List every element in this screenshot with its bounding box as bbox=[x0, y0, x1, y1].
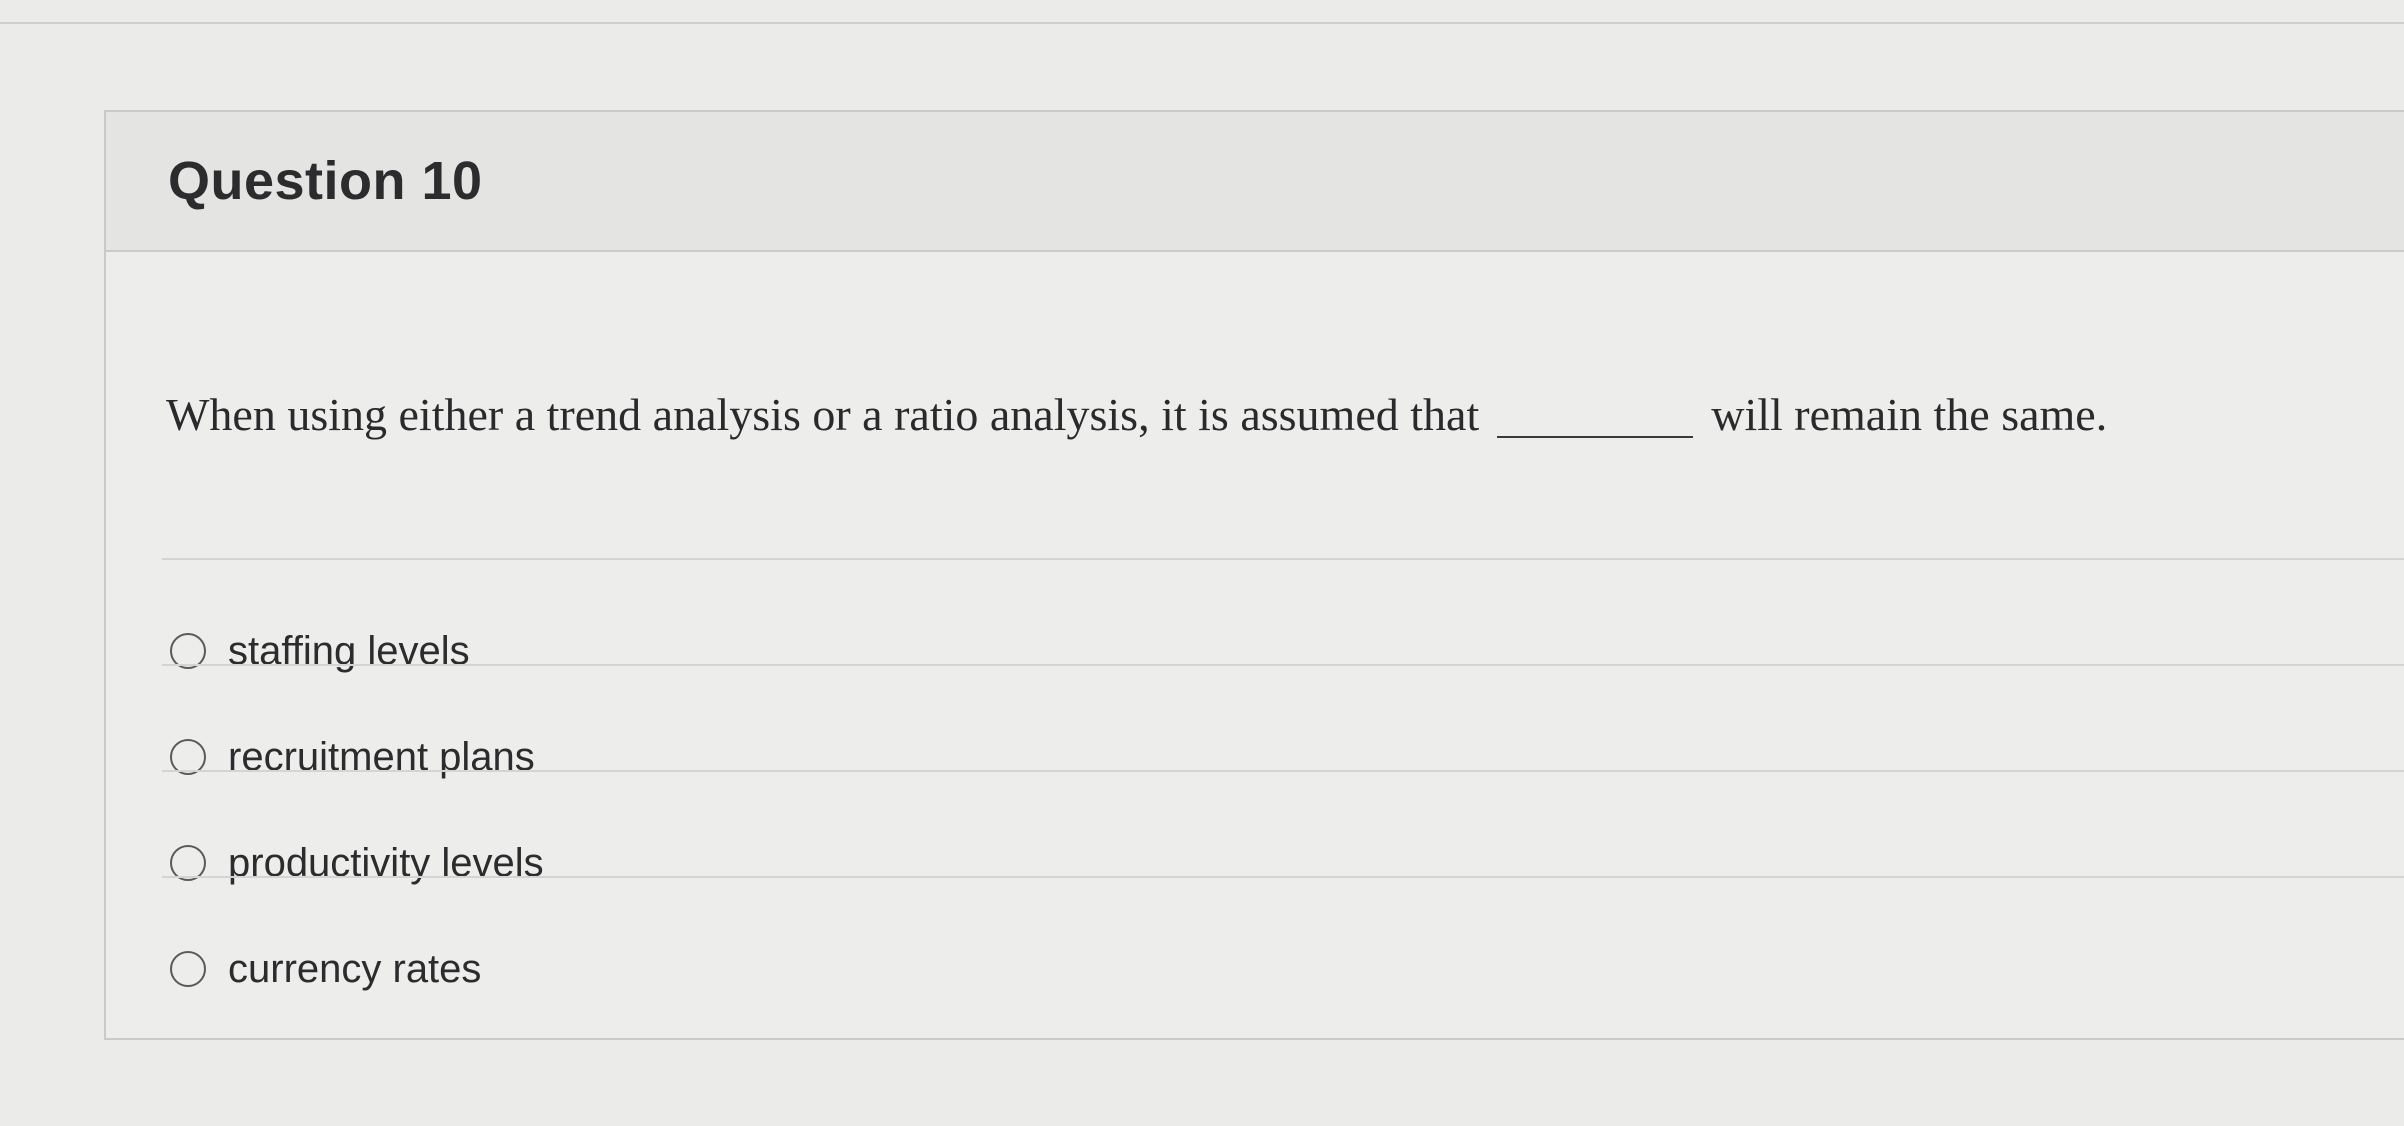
divider bbox=[162, 770, 2404, 772]
question-text-before: When using either a trend analysis or a … bbox=[166, 389, 1480, 440]
answer-option-recruitment-plans[interactable]: recruitment plans bbox=[170, 722, 535, 792]
page-top-divider bbox=[0, 22, 2404, 24]
divider bbox=[162, 876, 2404, 878]
question-prompt: When using either a trend analysis or a … bbox=[166, 388, 2107, 441]
answer-label: currency rates bbox=[228, 946, 482, 991]
answer-option-staffing-levels[interactable]: staffing levels bbox=[170, 616, 470, 686]
answer-option-productivity-levels[interactable]: productivity levels bbox=[170, 828, 544, 898]
radio-button[interactable] bbox=[170, 951, 206, 987]
answer-label: productivity levels bbox=[228, 840, 544, 885]
divider bbox=[162, 664, 2404, 666]
divider bbox=[162, 558, 2404, 560]
answer-blank bbox=[1497, 436, 1694, 438]
answer-label: staffing levels bbox=[228, 628, 470, 673]
question-card: Question 10 When using either a trend an… bbox=[104, 110, 2404, 1040]
answer-option-currency-rates[interactable]: currency rates bbox=[170, 934, 481, 1004]
question-title: Question 10 bbox=[168, 151, 483, 211]
question-text-after: will remain the same. bbox=[1711, 389, 2108, 440]
answer-label: recruitment plans bbox=[228, 734, 535, 779]
question-header: Question 10 bbox=[106, 112, 2404, 252]
